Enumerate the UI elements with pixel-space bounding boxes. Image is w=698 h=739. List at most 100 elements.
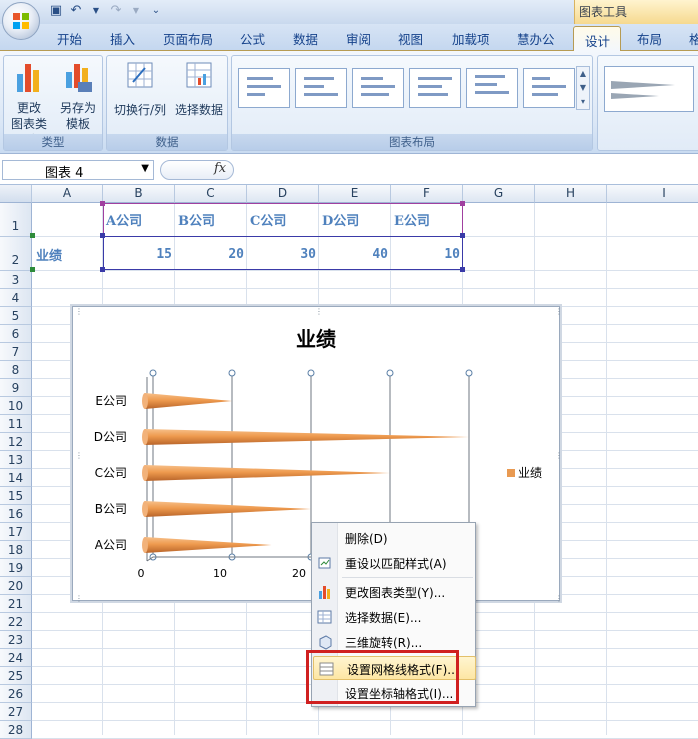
tab-review[interactable]: 审阅 <box>346 29 371 48</box>
customize-qat-icon[interactable]: ⌄ <box>148 5 164 16</box>
chart-layout-thumb-2[interactable] <box>295 68 347 108</box>
save-icon[interactable]: ▣ <box>48 3 64 18</box>
cell-A2[interactable]: 业绩 <box>36 245 62 264</box>
switch-row-column-button[interactable]: 切换行/列 <box>111 60 169 118</box>
category-label[interactable]: A公司 <box>95 538 127 552</box>
cell-D2[interactable]: 30 <box>248 247 316 262</box>
cell-B1[interactable]: A公司 <box>106 210 142 229</box>
chart-layout-thumb-4[interactable] <box>409 68 461 108</box>
select-all-corner[interactable] <box>0 185 32 203</box>
row-header-26[interactable]: 26 <box>0 685 32 703</box>
category-label[interactable]: B公司 <box>95 502 127 516</box>
cell-F2[interactable]: 10 <box>392 247 460 262</box>
tab-format[interactable]: 格 <box>689 29 698 48</box>
row-header-25[interactable]: 25 <box>0 667 32 685</box>
column-header-H[interactable]: H <box>535 185 607 203</box>
row-header-2[interactable]: 2 <box>0 237 32 271</box>
cell-E1[interactable]: D公司 <box>322 210 359 229</box>
x-tick-label[interactable]: 10 <box>213 567 227 580</box>
cell-C1[interactable]: B公司 <box>178 210 215 229</box>
row-header-1[interactable]: 1 <box>0 203 32 237</box>
chart-resize-handle[interactable]: ⋮ <box>75 307 83 316</box>
chart-layout-thumb-3[interactable] <box>352 68 404 108</box>
gridline-selection-handle[interactable] <box>228 369 236 377</box>
chart-layout-thumb-1[interactable] <box>238 68 290 108</box>
column-header-A[interactable]: A <box>32 185 103 203</box>
range-handle[interactable] <box>30 233 35 238</box>
row-header-5[interactable]: 5 <box>0 307 32 325</box>
chart-resize-handle[interactable]: ⋮ <box>75 594 83 602</box>
range-handle[interactable] <box>460 201 465 206</box>
chart-layout-scroll[interactable]: ▲ ▼ ▾ <box>576 66 590 110</box>
row-header-19[interactable]: 19 <box>0 559 32 577</box>
row-header-23[interactable]: 23 <box>0 631 32 649</box>
range-handle[interactable] <box>100 201 105 206</box>
chart-resize-handle[interactable]: ⋮ <box>75 451 83 460</box>
gridline-selection-handle[interactable] <box>386 369 394 377</box>
row-header-28[interactable]: 28 <box>0 721 32 739</box>
x-tick-label[interactable]: 20 <box>292 567 306 580</box>
row-header-4[interactable]: 4 <box>0 289 32 307</box>
select-data-button[interactable]: 选择数据 <box>171 60 227 118</box>
save-as-template-button[interactable]: 另存为 模板 <box>54 60 102 132</box>
row-header-27[interactable]: 27 <box>0 703 32 721</box>
cone-bar-D公司[interactable] <box>143 429 469 445</box>
tab-insert[interactable]: 插入 <box>110 29 135 48</box>
gridline-selection-handle[interactable] <box>465 369 473 377</box>
cell-E2[interactable]: 40 <box>320 247 388 262</box>
name-box-dropdown-icon[interactable]: ▼ <box>141 163 149 174</box>
chart-resize-handle[interactable]: ⋮ <box>555 451 561 460</box>
row-header-15[interactable]: 15 <box>0 487 32 505</box>
column-header-C[interactable]: C <box>175 185 247 203</box>
row-header-8[interactable]: 8 <box>0 361 32 379</box>
row-header-9[interactable]: 9 <box>0 379 32 397</box>
tab-home[interactable]: 开始 <box>57 29 82 48</box>
menu-item-select-data[interactable]: 选择数据(E)... <box>312 605 475 629</box>
cell-B2[interactable]: 15 <box>104 247 172 262</box>
range-handle[interactable] <box>100 267 105 272</box>
row-header-13[interactable]: 13 <box>0 451 32 469</box>
office-button[interactable] <box>2 2 40 40</box>
range-handle[interactable] <box>460 267 465 272</box>
cell-C2[interactable]: 20 <box>176 247 244 262</box>
chart-resize-handle[interactable]: ⋮ <box>555 594 561 602</box>
cone-bar-A公司[interactable] <box>143 537 272 553</box>
row-header-16[interactable]: 16 <box>0 505 32 523</box>
insert-function-icon[interactable]: fx <box>214 161 226 176</box>
chart-layout-thumb-5[interactable] <box>466 68 518 108</box>
tab-page-layout[interactable]: 页面布局 <box>163 29 213 48</box>
tab-layout[interactable]: 布局 <box>637 29 662 48</box>
row-header-18[interactable]: 18 <box>0 541 32 559</box>
row-header-17[interactable]: 17 <box>0 523 32 541</box>
row-header-24[interactable]: 24 <box>0 649 32 667</box>
column-header-F[interactable]: F <box>391 185 463 203</box>
row-header-10[interactable]: 10 <box>0 397 32 415</box>
tab-view[interactable]: 视图 <box>398 29 423 48</box>
redo-icon[interactable]: ↷ <box>108 3 124 18</box>
range-handle[interactable] <box>100 233 105 238</box>
tab-addins[interactable]: 加载项 <box>452 29 490 48</box>
column-header-D[interactable]: D <box>247 185 319 203</box>
tab-design[interactable]: 设计 <box>573 26 621 51</box>
range-handle[interactable] <box>460 233 465 238</box>
chart-resize-handle[interactable]: ⋮ <box>315 307 323 316</box>
x-tick-label[interactable]: 0 <box>138 567 145 580</box>
column-header-B[interactable]: B <box>103 185 175 203</box>
tab-huibangong[interactable]: 慧办公 <box>517 29 555 48</box>
column-header-I[interactable]: I <box>607 185 698 203</box>
row-header-14[interactable]: 14 <box>0 469 32 487</box>
range-handle[interactable] <box>30 267 35 272</box>
column-header-E[interactable]: E <box>319 185 391 203</box>
row-header-11[interactable]: 11 <box>0 415 32 433</box>
chart-legend[interactable]: 业绩 <box>507 464 542 481</box>
gridline-selection-handle[interactable] <box>307 369 315 377</box>
row-header-12[interactable]: 12 <box>0 433 32 451</box>
row-header-21[interactable]: 21 <box>0 595 32 613</box>
row-header-3[interactable]: 3 <box>0 271 32 289</box>
category-label[interactable]: D公司 <box>94 430 127 444</box>
row-header-7[interactable]: 7 <box>0 343 32 361</box>
gridline-selection-handle[interactable] <box>149 369 157 377</box>
redo-dropdown-icon[interactable]: ▼ <box>128 6 144 15</box>
chart-resize-handle[interactable]: ⋮ <box>555 307 561 316</box>
menu-item-delete[interactable]: 删除(D) <box>312 526 475 550</box>
